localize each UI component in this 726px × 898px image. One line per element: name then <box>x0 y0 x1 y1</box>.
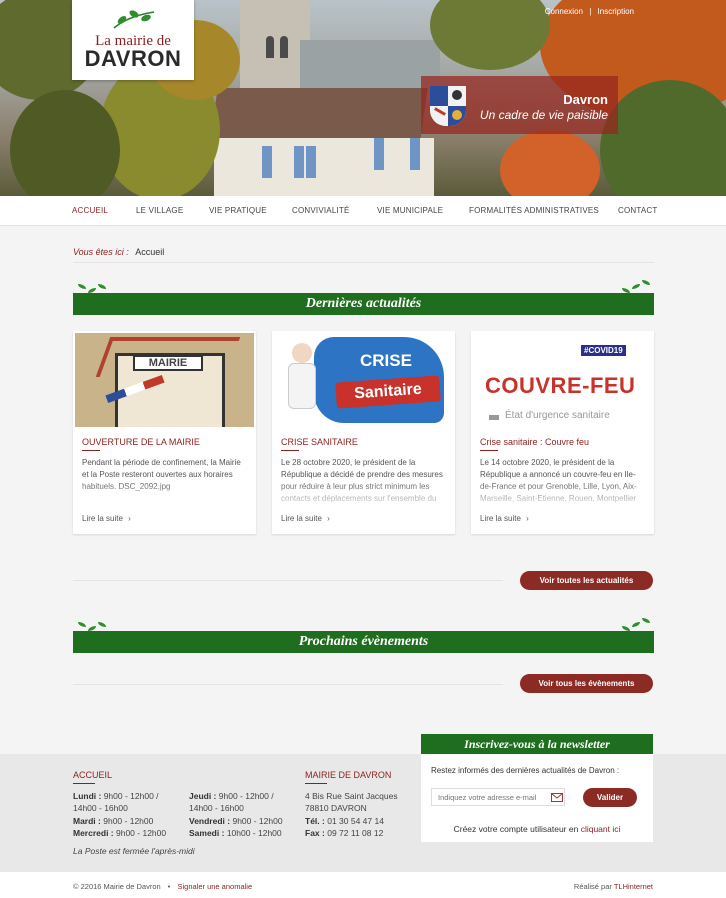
nav-item-le-village[interactable]: LE VILLAGE <box>136 206 183 215</box>
covid-tag: #COVID19 <box>581 345 626 356</box>
divider <box>73 262 654 263</box>
house <box>214 138 434 196</box>
nav-item-accueil[interactable]: ACCUEIL <box>72 206 108 215</box>
credit: Réalisé par TLHinternet <box>573 882 653 891</box>
heading-underline <box>305 783 327 784</box>
phone-line: Tél. : 01 30 54 47 14 <box>305 816 384 826</box>
card-title-underline <box>82 450 100 451</box>
site-logo[interactable]: La mairie de DAVRON <box>72 0 194 80</box>
main-nav: ACCUEIL LE VILLAGE VIE PRATIQUE CONVIVIA… <box>0 196 726 226</box>
card-title[interactable]: OUVERTURE DE LA MAIRIE <box>82 437 200 447</box>
news-card[interactable]: CRISE Sanitaire CRISE SANITAIRE Le 28 oc… <box>272 331 455 534</box>
login-link[interactable]: Connexion <box>545 7 583 16</box>
leaf-icon <box>632 284 640 289</box>
card-image-couvre-feu[interactable]: #COVID19 COUVRE-FEU État d'urgence sanit… <box>473 333 652 427</box>
hours-row: Jeudi : 9h00 - 12h00 / <box>189 791 274 801</box>
banner-title: Davron <box>563 92 608 107</box>
card-image-mairie[interactable]: MAIRIE <box>75 333 254 427</box>
card-title-underline <box>281 450 299 451</box>
leaf-icon <box>642 280 650 285</box>
hours-row: Mardi : 9h00 - 12h00 <box>73 816 154 826</box>
hero-caption: Davron Un cadre de vie paisible <box>421 76 618 134</box>
bottom-bar: © 22016 Mairie de Davron • Signaler une … <box>0 872 726 898</box>
all-news-button[interactable]: Voir toutes les actualités <box>520 571 653 590</box>
urgence-word: État d'urgence sanitaire <box>505 410 610 421</box>
hours-row: Samedi : 10h00 - 12h00 <box>189 828 282 838</box>
newsletter-description: Restez informés des dernières actualités… <box>431 766 620 775</box>
leaf-icon <box>98 284 106 289</box>
newsletter-box: Inscrivez-vous à la newsletter Restez in… <box>421 734 653 842</box>
leaf-icon <box>642 618 650 623</box>
read-more-link[interactable]: Lire la suite › <box>82 514 131 523</box>
crise-word: CRISE <box>360 351 412 370</box>
hours-row: Mercredi : 9h00 - 12h00 <box>73 828 167 838</box>
leaf-icon <box>78 284 86 289</box>
heading-underline <box>73 783 95 784</box>
leaf-logo-icon <box>113 10 155 29</box>
news-heading: Dernières actualités <box>73 293 654 315</box>
chevron-right-icon: › <box>526 514 529 523</box>
nav-item-vie-municipale[interactable]: VIE MUNICIPALE <box>377 206 443 215</box>
nav-item-vie-pratique[interactable]: VIE PRATIQUE <box>209 206 267 215</box>
address-line: 78810 DAVRON <box>305 803 367 813</box>
chevron-right-icon: › <box>128 514 131 523</box>
couvre-feu-word: COUVRE-FEU <box>485 373 636 398</box>
card-fade <box>471 481 654 511</box>
newsletter-heading: Inscrivez-vous à la newsletter <box>421 734 653 754</box>
newsletter-account: Créez votre compte utilisateur en cliqua… <box>453 824 621 834</box>
nav-item-contact[interactable]: CONTACT <box>618 206 657 215</box>
all-events-button[interactable]: Voir tous les évènements <box>520 674 653 693</box>
hours-row: Lundi : 9h00 - 12h00 / <box>73 791 159 801</box>
newsletter-submit-button[interactable]: Valider <box>583 788 637 807</box>
mairie-sign: MAIRIE <box>133 355 203 371</box>
hours-heading: ACCUEIL <box>73 770 113 780</box>
card-title[interactable]: CRISE SANITAIRE <box>281 437 358 447</box>
hours-row: Vendredi : 9h00 - 12h00 <box>189 816 283 826</box>
news-card[interactable]: #COVID19 COUVRE-FEU État d'urgence sanit… <box>471 331 654 534</box>
newsletter-email-input[interactable] <box>431 788 565 806</box>
hours-row: 14h00 - 16h00 <box>189 803 244 813</box>
card-title-underline <box>480 450 498 451</box>
card-fade <box>272 481 455 511</box>
report-link[interactable]: Signaler une anomalie <box>177 882 252 891</box>
address-heading: MAIRIE DE DAVRON <box>305 770 392 780</box>
logo-line2: DAVRON <box>84 46 182 71</box>
hero-banner: La mairie de DAVRON Connexion | Inscript… <box>0 0 726 196</box>
post-office-note: La Poste est fermée l'après-midi <box>73 846 195 856</box>
fax-line: Fax : 09 72 11 08 12 <box>305 828 384 838</box>
credit-link[interactable]: TLHinternet <box>614 882 653 891</box>
card-image-crise[interactable]: CRISE Sanitaire <box>274 333 453 427</box>
card-title[interactable]: Crise sanitaire : Couvre feu <box>480 437 589 447</box>
banner-subtitle: Un cadre de vie paisible <box>479 108 608 122</box>
divider <box>73 684 503 685</box>
mail-icon <box>551 793 563 802</box>
breadcrumb-current: Accueil <box>135 247 165 257</box>
leaf-icon <box>98 622 106 627</box>
create-account-link[interactable]: cliquant ici <box>581 824 621 834</box>
address-line: 4 Bis Rue Saint Jacques <box>305 791 398 801</box>
top-links: Connexion | Inscription <box>545 7 634 16</box>
hours-row: 14h00 - 16h00 <box>73 803 128 813</box>
register-link[interactable]: Inscription <box>598 7 634 16</box>
card-fade <box>73 481 256 511</box>
copyright: © 22016 Mairie de Davron • Signaler une … <box>73 882 253 891</box>
leaf-icon <box>632 622 640 627</box>
breadcrumb: Vous êtes ici : Accueil <box>73 247 164 257</box>
crest-icon <box>430 86 466 126</box>
house-roof <box>210 88 428 140</box>
events-heading: Prochains évènements <box>73 631 654 653</box>
breadcrumb-label: Vous êtes ici : <box>73 247 129 257</box>
read-more-link[interactable]: Lire la suite › <box>480 514 529 523</box>
nav-item-convivialite[interactable]: CONVIVIALITÉ <box>292 206 350 215</box>
chevron-right-icon: › <box>327 514 330 523</box>
top-links-separator: | <box>589 7 592 16</box>
read-more-link[interactable]: Lire la suite › <box>281 514 330 523</box>
leaf-icon <box>78 622 86 627</box>
news-card[interactable]: MAIRIE OUVERTURE DE LA MAIRIE Pendant la… <box>73 331 256 534</box>
nav-item-formalites[interactable]: FORMALITÉS ADMINISTRATIVES <box>469 206 599 215</box>
divider <box>73 580 503 581</box>
